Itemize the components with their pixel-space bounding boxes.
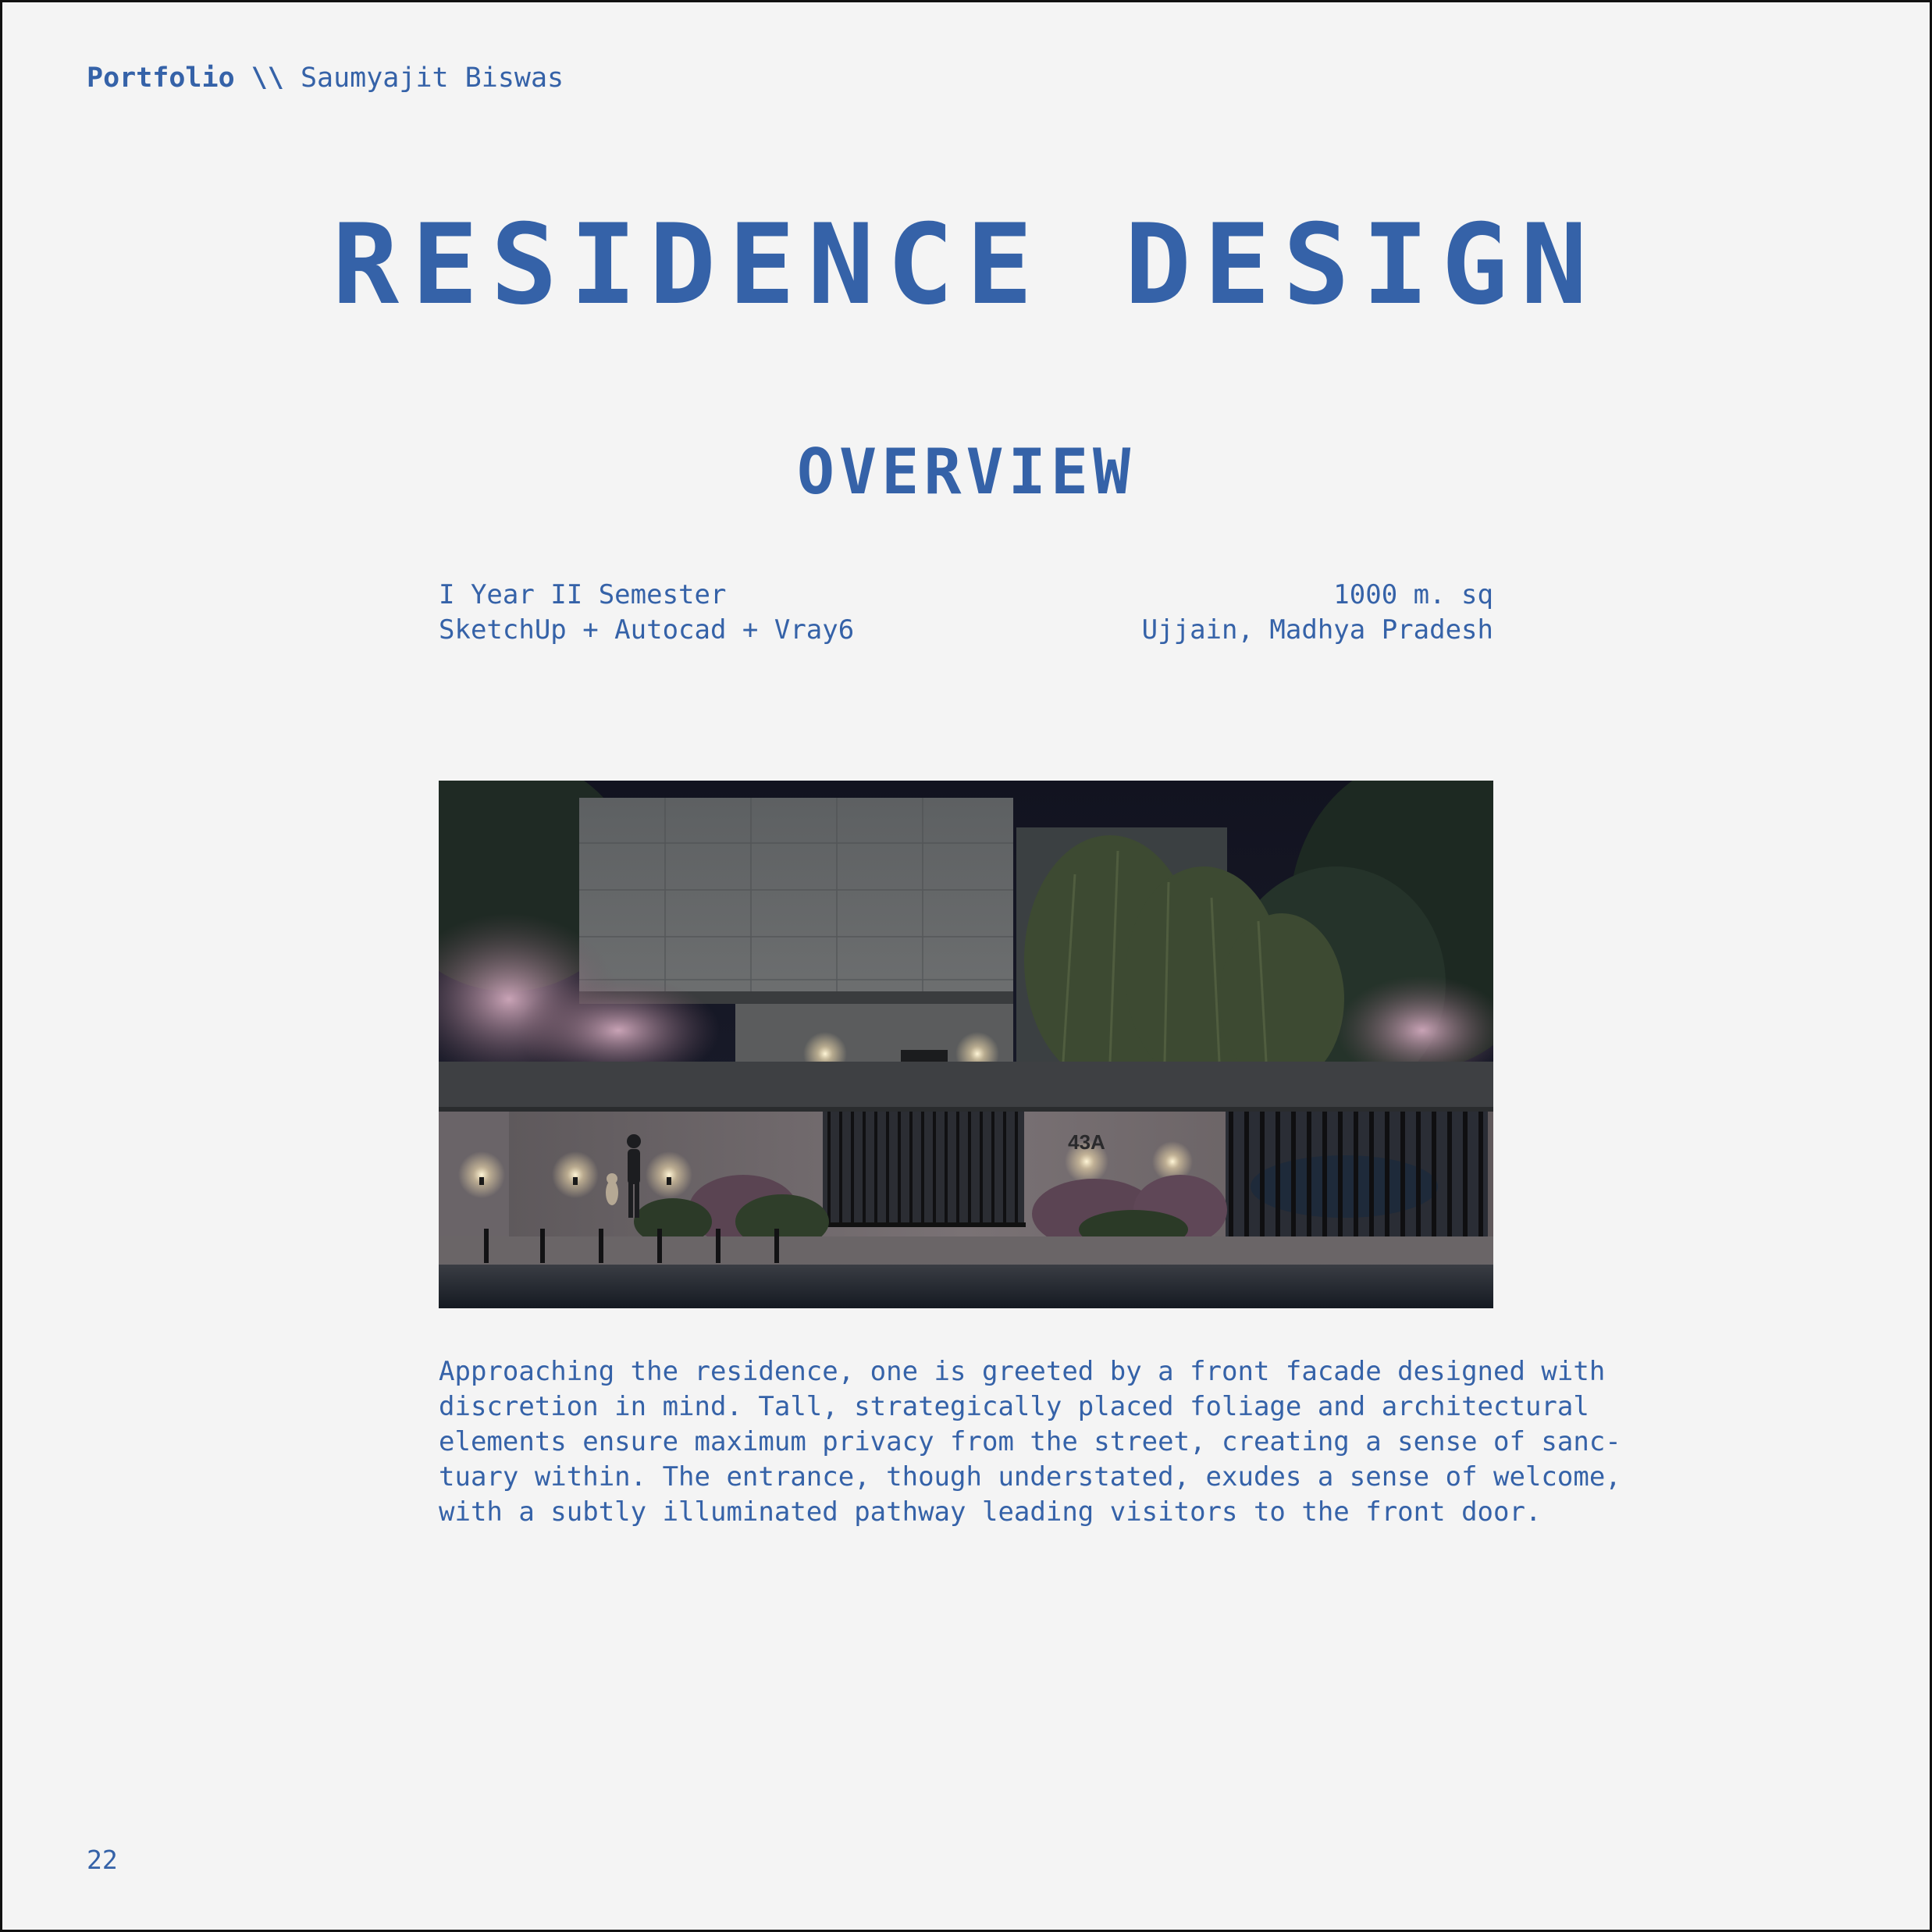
section-title: OVERVIEW	[796, 436, 1136, 508]
house-number: 43A	[1068, 1130, 1105, 1154]
description-line: Approaching the residence, one is greete…	[439, 1356, 1606, 1387]
project-location: Ujjain, Madhya Pradesh	[1141, 614, 1493, 646]
header-author: Saumyajit Biswas	[300, 62, 564, 94]
description-line: with a subtly illuminated pathway leadin…	[439, 1496, 1542, 1528]
project-year: I Year II Semester	[439, 579, 727, 610]
page-title: RESIDENCE DESIGN	[332, 201, 1600, 329]
header-brand: Portfolio \\	[87, 62, 284, 94]
page-number: 22	[87, 1845, 118, 1875]
portfolio-header: Portfolio \\ Saumyajit Biswas	[87, 61, 564, 95]
description-line: elements ensure maximum privacy from the…	[439, 1426, 1621, 1457]
project-software: SketchUp + Autocad + Vray6	[439, 614, 855, 646]
project-area: 1000 m. sq	[1333, 579, 1493, 610]
project-meta-left: I Year II Semester SketchUp + Autocad + …	[439, 578, 854, 648]
residence-render-image: 43A	[439, 781, 1493, 1308]
project-meta-right: 1000 m. sq Ujjain, Madhya Pradesh	[1093, 578, 1493, 648]
description-line: tuary within. The entrance, though under…	[439, 1461, 1621, 1493]
description-line: discretion in mind. Tall, strategically …	[439, 1391, 1589, 1422]
project-description: Approaching the residence, one is greete…	[439, 1354, 1621, 1530]
